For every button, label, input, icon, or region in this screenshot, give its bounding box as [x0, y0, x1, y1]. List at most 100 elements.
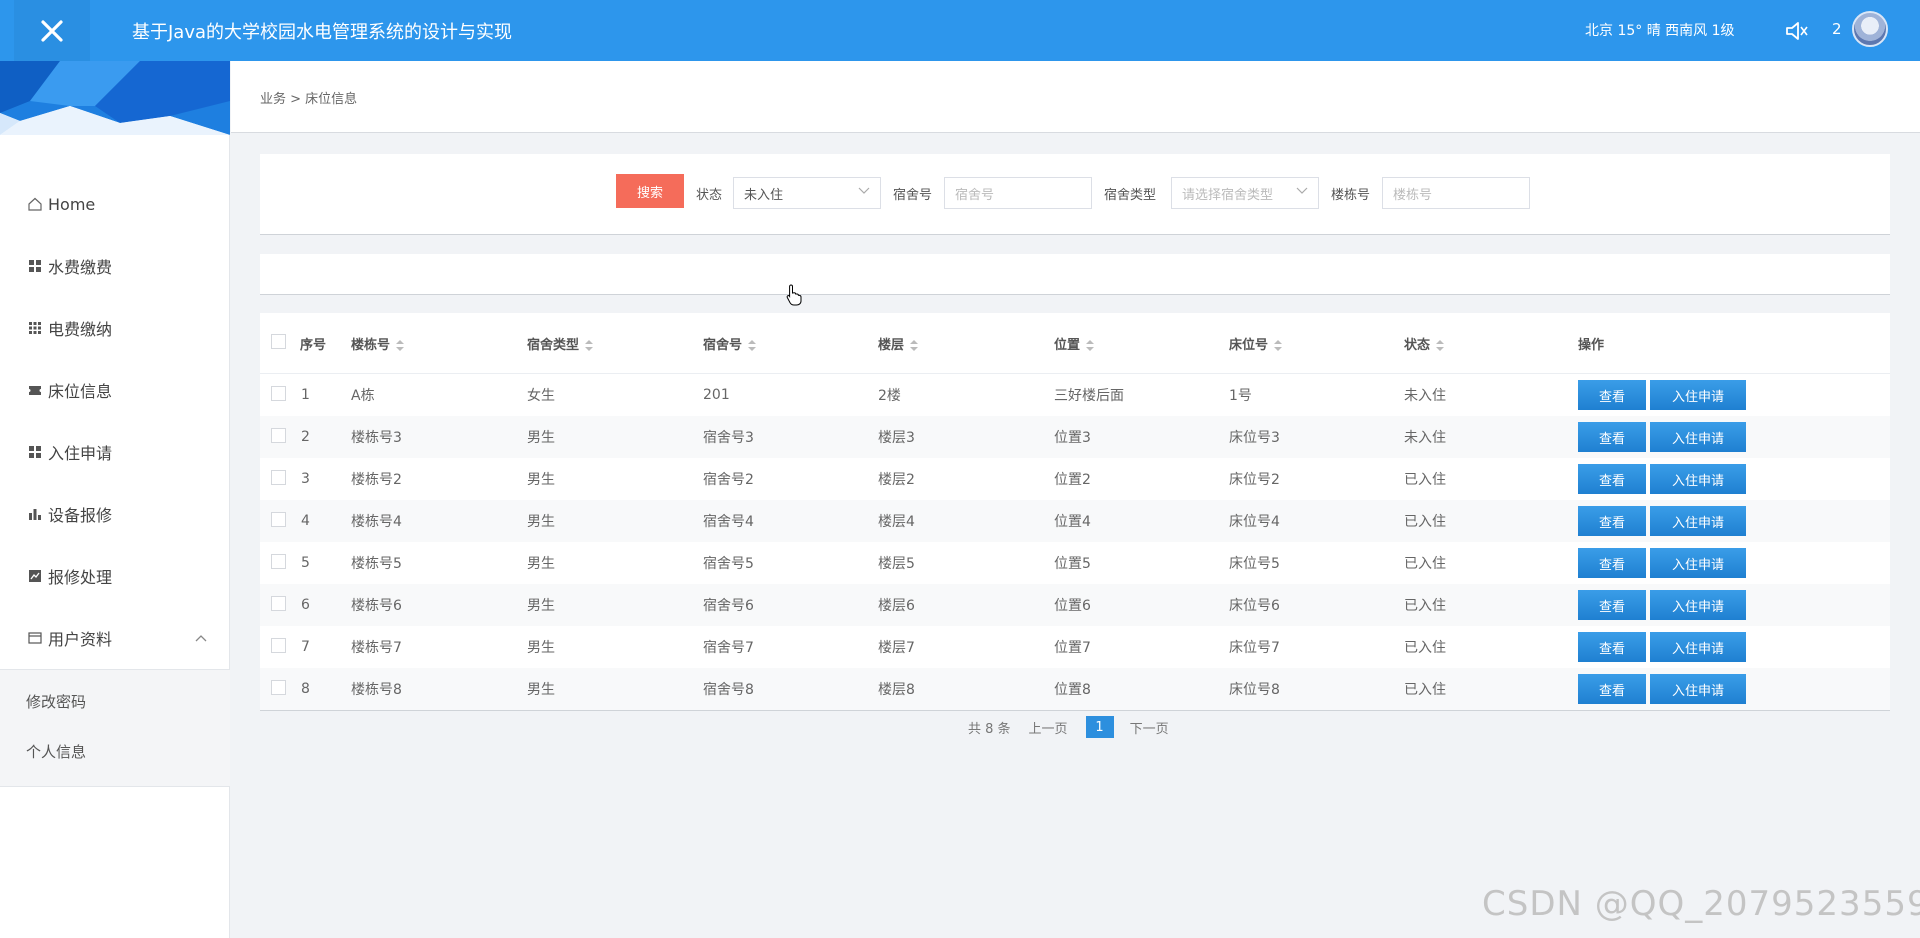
sidebar-item-bed-info[interactable]: 床位信息 [0, 359, 230, 421]
col-header-bed-no[interactable]: 床位号 [1228, 313, 1403, 374]
sort-icon [1436, 339, 1445, 351]
current-page-button[interactable]: 1 [1085, 716, 1114, 738]
view-button[interactable]: 查看 [1578, 422, 1646, 452]
checkin-apply-button[interactable]: 入住申请 [1650, 590, 1746, 620]
row-checkbox[interactable] [271, 553, 286, 569]
sort-icon [396, 339, 405, 351]
row-actions: 查看 入住申请 [1577, 416, 1890, 458]
col-header-location[interactable]: 位置 [1053, 313, 1228, 374]
view-button[interactable]: 查看 [1578, 632, 1646, 662]
dorm-type-select[interactable]: 请选择宿舍类型 [1171, 177, 1319, 209]
row-checkbox[interactable] [271, 385, 286, 401]
row-checkbox[interactable] [271, 679, 286, 695]
row-dorm-no: 宿舍号5 [702, 542, 877, 584]
checkin-apply-button[interactable]: 入住申请 [1650, 422, 1746, 452]
table-body: 1 A栋 女生 201 2楼 三好楼后面 1号 未入住 查看 入住申请 2 楼栋号3 男生 宿舍号3 楼层3… [260, 373, 1890, 710]
col-header-label: 宿舍号 [703, 337, 743, 353]
sidebar-item-label: 设备报修 [48, 506, 113, 525]
row-select-cell [260, 500, 300, 542]
col-header-dorm-type[interactable]: 宿舍类型 [526, 313, 702, 374]
row-building: 楼栋号2 [350, 458, 526, 500]
chart-box-icon [29, 570, 41, 582]
checkin-apply-button[interactable]: 入住申请 [1650, 674, 1746, 704]
row-index: 5 [300, 542, 350, 584]
view-button[interactable]: 查看 [1578, 674, 1646, 704]
row-checkbox[interactable] [271, 511, 286, 527]
weather-info: 北京 15° 晴 西南风 1级 [1585, 23, 1735, 39]
row-dorm-type: 男生 [526, 584, 702, 626]
breadcrumb-bar: 业务 > 床位信息 [231, 61, 1920, 133]
row-checkbox[interactable] [271, 469, 286, 485]
row-floor: 楼层7 [877, 626, 1053, 668]
prev-page-button[interactable]: 上一页 [1029, 718, 1068, 737]
view-button[interactable]: 查看 [1578, 548, 1646, 578]
col-header-floor[interactable]: 楼层 [877, 313, 1053, 374]
row-actions: 查看 入住申请 [1577, 458, 1890, 500]
col-header-label: 位置 [1054, 337, 1081, 353]
col-header-index: 序号 [300, 313, 350, 374]
row-status: 未入住 [1403, 416, 1577, 458]
checkin-apply-button[interactable]: 入住申请 [1650, 548, 1746, 578]
submenu-personal-info[interactable]: 个人信息 [0, 726, 230, 776]
view-button[interactable]: 查看 [1578, 380, 1646, 410]
sidebar-item-electric-fee[interactable]: 电费缴纳 [0, 297, 230, 359]
sort-icon [585, 339, 594, 351]
row-actions: 查看 入住申请 [1577, 668, 1890, 710]
view-button[interactable]: 查看 [1578, 506, 1646, 536]
col-header-actions: 操作 [1577, 313, 1890, 374]
table-header-row: 序号 楼栋号 宿舍类型 宿舍号 楼层 位置 床位号 状态 操作 [260, 313, 1890, 374]
next-page-button[interactable]: 下一页 [1130, 718, 1169, 737]
row-floor: 楼层3 [877, 416, 1053, 458]
row-checkbox[interactable] [271, 637, 286, 653]
row-checkbox[interactable] [271, 427, 286, 443]
table-row: 8 楼栋号8 男生 宿舍号8 楼层8 位置8 床位号8 已入住 查看 入住申请 [260, 668, 1890, 710]
checkin-apply-button[interactable]: 入住申请 [1650, 464, 1746, 494]
row-dorm-no: 宿舍号6 [702, 584, 877, 626]
avatar[interactable] [1852, 11, 1888, 47]
search-button[interactable]: 搜索 [616, 174, 684, 208]
building-input[interactable]: 楼栋号 [1382, 177, 1530, 209]
home-icon [28, 197, 42, 211]
row-location: 位置5 [1053, 542, 1228, 584]
row-select-cell [260, 584, 300, 626]
row-floor: 楼层5 [877, 542, 1053, 584]
select-all-cell [260, 313, 300, 374]
checkin-apply-button[interactable]: 入住申请 [1650, 632, 1746, 662]
row-dorm-type: 女生 [526, 373, 702, 416]
sidebar-item-water-fee[interactable]: 水费缴费 [0, 235, 230, 297]
checkin-apply-button[interactable]: 入住申请 [1650, 506, 1746, 536]
row-building: 楼栋号6 [350, 584, 526, 626]
dorm-no-input[interactable]: 宿舍号 [944, 177, 1092, 209]
close-menu-button[interactable] [14, 0, 90, 61]
row-dorm-type: 男生 [526, 416, 702, 458]
sidebar-item-label: 入住申请 [48, 444, 113, 463]
search-panel: 搜索 状态 未入住 宿舍号 宿舍号 宿舍类型 请选择宿舍类型 楼栋号 楼栋号 [260, 154, 1890, 235]
view-button[interactable]: 查看 [1578, 590, 1646, 620]
sidebar-item-checkin-apply[interactable]: 入住申请 [0, 421, 230, 483]
col-header-building[interactable]: 楼栋号 [350, 313, 526, 374]
col-header-status[interactable]: 状态 [1403, 313, 1577, 374]
checkin-apply-button[interactable]: 入住申请 [1650, 380, 1746, 410]
select-all-checkbox[interactable] [271, 333, 286, 349]
speaker-icon[interactable] [1784, 19, 1810, 43]
col-header-dorm-no[interactable]: 宿舍号 [702, 313, 877, 374]
row-status: 已入住 [1403, 458, 1577, 500]
chevron-down-icon [858, 187, 870, 194]
submenu-change-password[interactable]: 修改密码 [0, 676, 230, 726]
row-checkbox[interactable] [271, 595, 286, 611]
sidebar-item-label: 报修处理 [48, 568, 113, 587]
sidebar-item-repair-handle[interactable]: 报修处理 [0, 545, 230, 607]
sidebar-item-repair-report[interactable]: 设备报修 [0, 483, 230, 545]
row-bed-no: 床位号8 [1228, 668, 1403, 710]
sidebar-item-home[interactable]: Home [0, 173, 230, 235]
view-button[interactable]: 查看 [1578, 464, 1646, 494]
row-floor: 楼层2 [877, 458, 1053, 500]
row-select-cell [260, 626, 300, 668]
row-location: 位置2 [1053, 458, 1228, 500]
row-bed-no: 床位号4 [1228, 500, 1403, 542]
sidebar-item-user-profile[interactable]: 用户资料 [0, 607, 230, 669]
status-select[interactable]: 未入住 [733, 177, 881, 209]
row-bed-no: 床位号2 [1228, 458, 1403, 500]
row-select-cell [260, 416, 300, 458]
row-dorm-no: 宿舍号3 [702, 416, 877, 458]
